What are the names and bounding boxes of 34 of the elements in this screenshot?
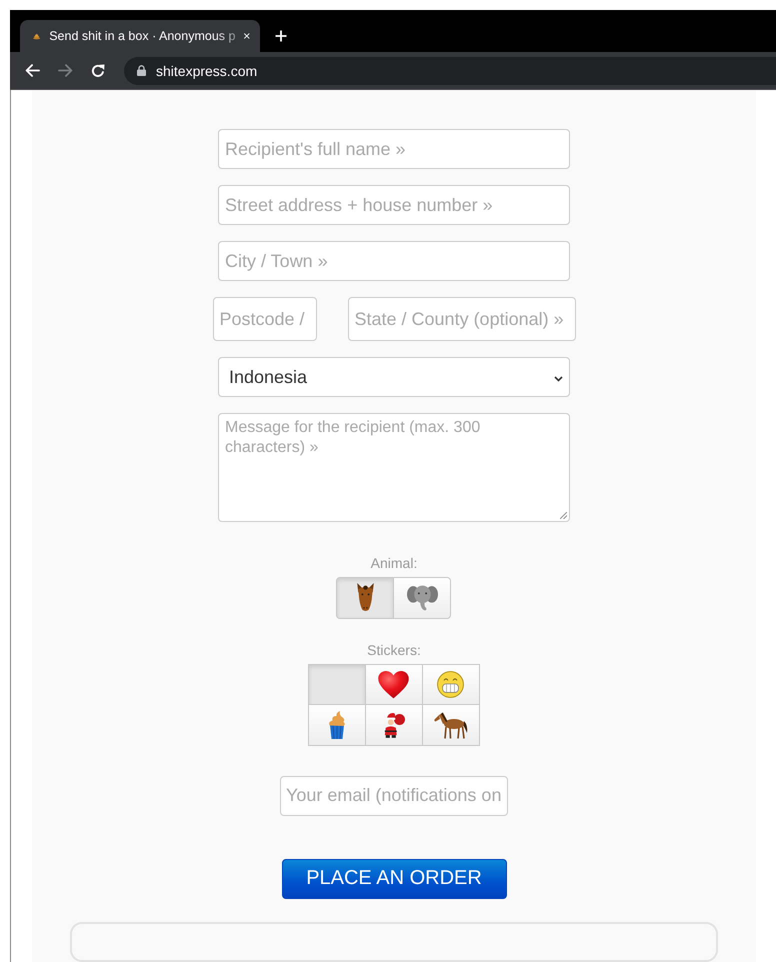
recipient-name-field[interactable]: Recipient's full name »	[218, 129, 570, 170]
horse-head-icon	[356, 583, 374, 612]
email-field[interactable]: Your email (notifications on	[280, 776, 508, 816]
sticker-option[interactable]	[364, 664, 422, 706]
sticker-option[interactable]	[308, 704, 366, 746]
city-field[interactable]: City / Town »	[218, 241, 570, 282]
sticker-option[interactable]	[364, 704, 422, 746]
address-bar[interactable]: shitexpress.com	[124, 56, 776, 84]
stickers-label: Stickers:	[367, 642, 421, 658]
place-order-button[interactable]: PLACE AN ORDER	[282, 858, 506, 899]
cupcake-icon	[328, 710, 346, 739]
resize-grip-icon[interactable]	[560, 512, 567, 519]
animal-option[interactable]	[336, 576, 394, 619]
close-icon[interactable]	[244, 31, 250, 41]
message-field[interactable]: Message for the recipient (max. 300 characters) »	[218, 413, 570, 522]
grin-icon	[437, 671, 464, 698]
browser-tab[interactable]: Send shit in a box · Anonymous p	[20, 20, 260, 52]
animal-option[interactable]	[393, 576, 451, 619]
heart-icon	[378, 670, 409, 699]
state-field[interactable]: State / County (optional) »	[348, 297, 576, 342]
sticker-option[interactable]	[422, 664, 480, 706]
country-select[interactable]: Indonesia	[218, 357, 570, 397]
arrow-left-icon[interactable]	[25, 64, 40, 77]
horse-icon	[434, 710, 468, 739]
animal-label: Animal:	[370, 554, 418, 571]
postcode-field[interactable]: Postcode /	[212, 297, 316, 342]
sticker-option[interactable]	[422, 704, 480, 746]
elephant-icon	[406, 584, 438, 611]
reload-icon[interactable]	[91, 64, 105, 78]
lock-icon	[137, 65, 146, 76]
santa-icon	[382, 710, 404, 739]
street-address-field[interactable]: Street address + house number »	[218, 185, 570, 226]
plus-icon[interactable]	[275, 30, 287, 42]
chevron-down-icon	[554, 376, 563, 382]
